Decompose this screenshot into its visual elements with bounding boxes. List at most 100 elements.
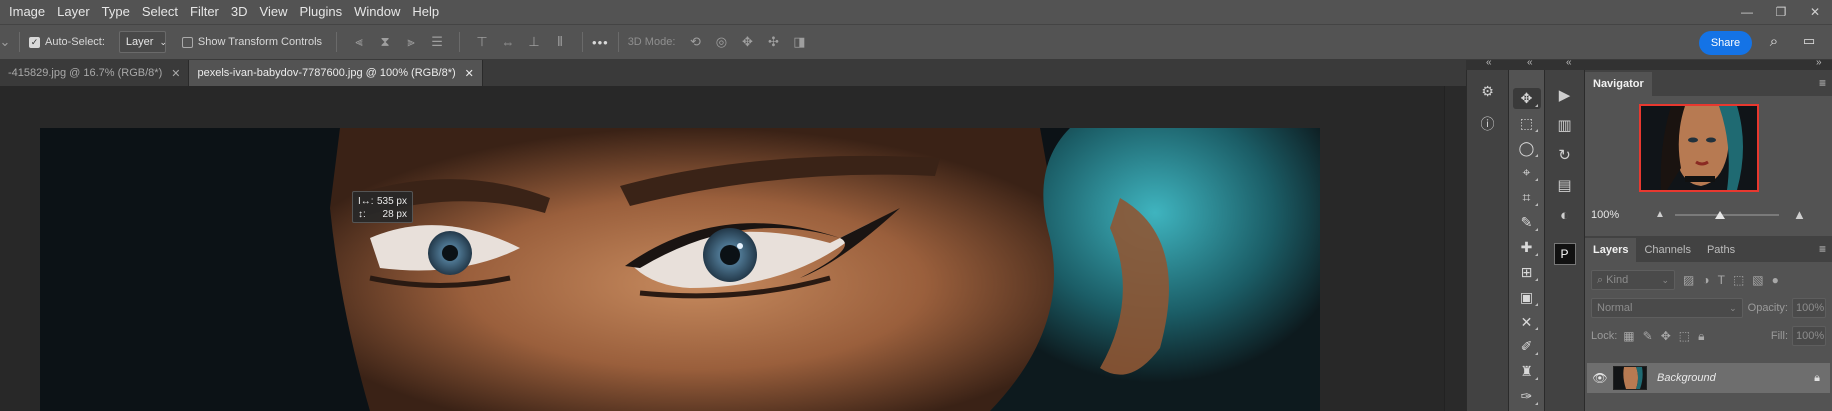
lock-image-icon[interactable]: ✎ <box>1643 329 1653 343</box>
menu-help[interactable]: Help <box>406 0 445 24</box>
document-tab-2[interactable]: pexels-ivan-babydov-7787600.jpg @ 100% (… <box>189 60 483 86</box>
3d-pan-icon[interactable]: ✥ <box>739 34 755 50</box>
quick-selection-tool-icon[interactable]: ⌖ <box>1513 163 1541 184</box>
show-transform-checkbox[interactable]: Show Transform Controls <box>181 36 323 48</box>
search-icon[interactable]: ⌕ <box>1766 33 1782 50</box>
align-right-icon[interactable]: ⫸ <box>403 34 419 50</box>
history-icon[interactable]: ↻ <box>1553 143 1577 167</box>
lasso-tool-icon[interactable]: ◯ <box>1513 138 1541 159</box>
info-icon[interactable]: ⓘ <box>1477 113 1499 135</box>
collapse-icon[interactable]: « <box>1486 57 1492 68</box>
opacity-input[interactable]: 100% <box>1792 298 1826 318</box>
align-bottom-icon[interactable]: ⊥ <box>526 34 542 50</box>
vertical-scrollbar[interactable] <box>1444 86 1466 411</box>
collapse-icon[interactable]: « <box>1527 57 1533 68</box>
filter-adjustment-icon[interactable]: ◑ <box>1702 273 1709 287</box>
menu-image[interactable]: Image <box>0 0 51 24</box>
tab-navigator[interactable]: Navigator <box>1585 72 1652 96</box>
adjustments-icon[interactable]: ◐ <box>1553 203 1577 227</box>
close-icon[interactable]: ✕ <box>465 67 474 80</box>
filter-smart-object-icon[interactable]: ▧ <box>1752 273 1763 287</box>
zoom-level[interactable]: 100% <box>1591 209 1619 221</box>
lock-all-icon[interactable]: 🔒︎ <box>1698 329 1704 344</box>
menu-window[interactable]: Window <box>348 0 406 24</box>
distribute-horizontal-icon[interactable]: ☰ <box>429 34 445 50</box>
more-options-button[interactable]: ••• <box>592 35 609 50</box>
panel-menu-icon[interactable]: ≡ <box>1819 76 1826 90</box>
zoom-out-icon[interactable]: ▲ <box>1655 209 1665 220</box>
actions-play-icon[interactable]: ▶ <box>1553 83 1577 107</box>
bandage-tool-icon[interactable]: ⊞ <box>1513 262 1541 283</box>
fill-value: 100% <box>1796 330 1825 342</box>
menu-plugins[interactable]: Plugins <box>293 0 348 24</box>
share-button[interactable]: Share <box>1699 31 1752 55</box>
move-tool-icon[interactable]: ✥ <box>1512 88 1541 109</box>
menu-type[interactable]: Type <box>96 0 136 24</box>
lock-transparent-icon[interactable]: ▦ <box>1623 329 1634 343</box>
align-top-icon[interactable]: ⊤ <box>474 34 490 50</box>
image-canvas[interactable] <box>40 128 1320 411</box>
filter-shape-icon[interactable]: ⬚ <box>1733 273 1744 287</box>
eyedropper-tool-icon[interactable]: ✎ <box>1513 212 1541 233</box>
document-tab-1[interactable]: -415829.jpg @ 16.7% (RGB/8*) ✕ <box>0 60 190 86</box>
close-icon[interactable]: ✕ <box>171 67 180 80</box>
filter-toggle-icon[interactable]: ● <box>1772 273 1779 287</box>
layer-kind-filter[interactable]: ⌕ Kind ⌄ <box>1591 270 1675 290</box>
tab-channels[interactable]: Channels <box>1636 238 1698 262</box>
align-middle-icon[interactable]: ⇔ <box>500 34 516 50</box>
window-controls: — ❐ ✕ <box>1730 0 1832 24</box>
properties-icon[interactable]: ⚙ <box>1477 80 1499 102</box>
history-brush-tool-icon[interactable]: ✑ <box>1513 386 1541 407</box>
brush-tool-icon[interactable]: ✐ <box>1513 336 1541 357</box>
3d-orbit-icon[interactable]: ⟲ <box>687 34 703 50</box>
auto-select-target-dropdown[interactable]: Layer ⌄ <box>118 31 167 53</box>
opacity-value: 100% <box>1796 302 1825 314</box>
auto-select-checkbox[interactable]: ✓ Auto-Select: <box>29 36 105 48</box>
zoom-slider[interactable] <box>1675 211 1779 219</box>
tab-layers[interactable]: Layers <box>1585 238 1637 262</box>
3d-roll-icon[interactable]: ◎ <box>713 34 729 50</box>
clone-stamp-tool-icon[interactable]: ♜ <box>1513 361 1541 382</box>
width-icon: I↔: <box>358 196 374 207</box>
blend-mode-dropdown[interactable]: Normal ⌄ <box>1591 298 1743 318</box>
expand-icon[interactable]: » <box>1816 57 1822 68</box>
menu-3d[interactable]: 3D <box>225 0 254 24</box>
fill-input[interactable]: 100% <box>1792 326 1826 346</box>
menu-view[interactable]: View <box>254 0 294 24</box>
3d-camera-icon[interactable]: ◨ <box>791 34 807 50</box>
zoom-slider-handle[interactable] <box>1714 211 1725 219</box>
panel-menu-icon[interactable]: ≡ <box>1819 242 1826 256</box>
tab-paths[interactable]: Paths <box>1699 238 1743 262</box>
filter-pixel-icon[interactable]: ▨ <box>1683 273 1694 287</box>
frame-tool-icon[interactable]: ▣ <box>1513 287 1541 308</box>
show-transform-label: Show Transform Controls <box>197 36 323 48</box>
layer-name[interactable]: Background <box>1657 372 1814 384</box>
close-icon[interactable]: ✕ <box>1798 0 1832 24</box>
distribute-vertical-icon[interactable]: ⦀ <box>552 34 568 50</box>
eye-icon[interactable]: 👁︎ <box>1587 371 1613 385</box>
minimize-icon[interactable]: — <box>1730 0 1764 24</box>
content-aware-move-tool-icon[interactable]: ✕ <box>1513 312 1541 333</box>
zoom-in-icon[interactable]: ▲ <box>1793 207 1806 222</box>
marquee-tool-icon[interactable]: ⬚ <box>1513 113 1541 134</box>
3d-slide-icon[interactable]: ✣ <box>765 34 781 50</box>
menu-select[interactable]: Select <box>136 0 184 24</box>
collapse-icon[interactable]: « <box>1566 57 1572 68</box>
workspace-icon[interactable]: ▭ <box>1801 33 1817 49</box>
histogram-icon[interactable]: ▥ <box>1553 113 1577 137</box>
restore-icon[interactable]: ❐ <box>1764 0 1798 24</box>
layer-row[interactable]: 👁︎ Background 🔒︎ <box>1587 363 1830 393</box>
menu-layer[interactable]: Layer <box>51 0 96 24</box>
lock-artboard-icon[interactable]: ⬚ <box>1679 329 1690 343</box>
libraries-icon[interactable]: ▤ <box>1553 173 1577 197</box>
chevron-down-icon[interactable]: ⌄ <box>0 34 10 50</box>
paragraph-styles-icon[interactable]: P <box>1553 243 1576 265</box>
navigator-thumbnail[interactable] <box>1639 104 1759 192</box>
spot-healing-tool-icon[interactable]: ✚ <box>1513 237 1541 258</box>
lock-position-icon[interactable]: ✥ <box>1661 329 1671 343</box>
align-center-icon[interactable]: ⧗ <box>377 34 393 50</box>
crop-tool-icon[interactable]: ⌗ <box>1513 187 1541 208</box>
menu-filter[interactable]: Filter <box>184 0 225 24</box>
filter-type-icon[interactable]: T <box>1718 273 1725 287</box>
align-left-icon[interactable]: ⫷ <box>351 34 367 50</box>
